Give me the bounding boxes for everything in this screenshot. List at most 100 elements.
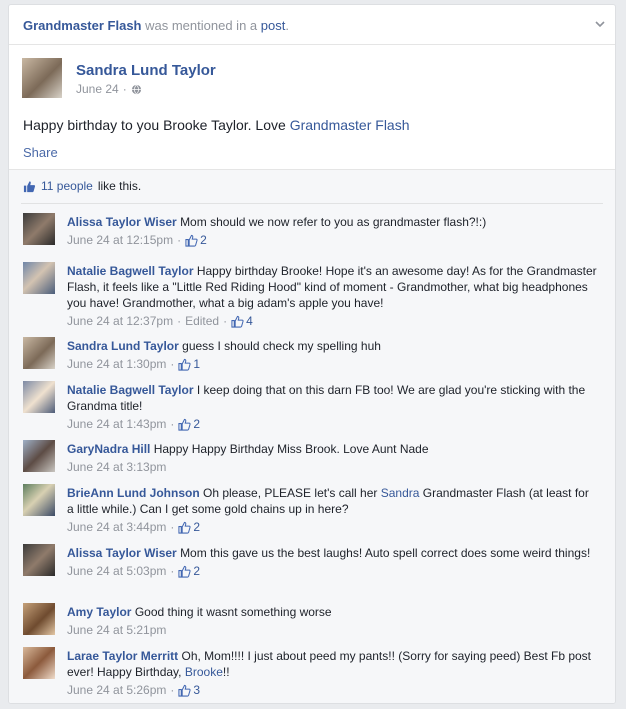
comment-text: Mom should we now refer to you as grandm… bbox=[180, 215, 487, 229]
mention-header: Grandmaster Flash was mentioned in a pos… bbox=[9, 5, 615, 45]
comment-text-end: !! bbox=[222, 665, 230, 679]
meta-separator: · bbox=[177, 314, 182, 328]
post-mention-link[interactable]: Grandmaster Flash bbox=[290, 117, 410, 133]
comment: Alissa Taylor Wiser Mom this gave us the… bbox=[23, 540, 598, 579]
edited-label[interactable]: Edited bbox=[185, 313, 219, 329]
comment-timestamp[interactable]: June 24 at 5:21pm bbox=[67, 622, 166, 638]
post-header: Sandra Lund Taylor June 24 · bbox=[9, 45, 615, 99]
comment-meta: June 24 at 3:13pm bbox=[67, 459, 598, 475]
thumbs-up-icon[interactable] bbox=[178, 418, 191, 431]
avatar[interactable] bbox=[23, 647, 55, 679]
comment-timestamp[interactable]: June 24 at 3:13pm bbox=[67, 459, 166, 475]
comment-text-start: Oh please, PLEASE let's call her bbox=[203, 486, 378, 500]
avatar[interactable] bbox=[23, 440, 55, 472]
thumbs-up-icon bbox=[23, 180, 36, 192]
avatar[interactable] bbox=[23, 544, 55, 576]
share-button[interactable]: Share bbox=[23, 145, 58, 160]
comment: GaryNadra Hill Happy Happy Birthday Miss… bbox=[23, 436, 598, 475]
comment-text: guess I should check my spelling huh bbox=[182, 339, 381, 353]
comment: BrieAnn Lund Johnson Oh please, PLEASE l… bbox=[23, 480, 598, 535]
thumbs-up-icon[interactable] bbox=[178, 684, 191, 697]
comment: Amy Taylor Good thing it wasnt something… bbox=[23, 599, 598, 638]
comment-like-count[interactable]: 4 bbox=[246, 313, 253, 329]
thumbs-up-icon[interactable] bbox=[185, 234, 198, 247]
post-text: Happy birthday to you Brooke Taylor. Lov… bbox=[23, 117, 286, 133]
story-card: Grandmaster Flash was mentioned in a pos… bbox=[8, 4, 616, 704]
meta-separator: · bbox=[170, 357, 175, 371]
thumbs-up-icon[interactable] bbox=[231, 315, 244, 328]
comment-meta: June 24 at 5:21pm bbox=[67, 622, 598, 638]
meta-separator: · bbox=[170, 417, 175, 431]
mention-text: was mentioned in a bbox=[145, 18, 258, 33]
comment: Natalie Bagwell Taylor I keep doing that… bbox=[23, 377, 598, 432]
mentioned-page-link[interactable]: Grandmaster Flash bbox=[23, 18, 142, 33]
comment-author-link[interactable]: GaryNadra Hill bbox=[67, 442, 150, 456]
post-timestamp[interactable]: June 24 bbox=[76, 82, 119, 96]
comment-timestamp[interactable]: June 24 at 12:37pm bbox=[67, 313, 173, 329]
comment-author-link[interactable]: BrieAnn Lund Johnson bbox=[67, 486, 200, 500]
comment-like-count[interactable]: 2 bbox=[200, 232, 207, 248]
comment-meta: June 24 at 1:43pm · 2 bbox=[67, 416, 598, 432]
thumbs-up-icon[interactable] bbox=[178, 565, 191, 578]
post-meta: June 24 · bbox=[76, 82, 142, 96]
chevron-down-icon[interactable] bbox=[593, 17, 607, 31]
thumbs-up-icon[interactable] bbox=[178, 358, 191, 371]
comment-meta: June 24 at 12:15pm · 2 bbox=[67, 232, 598, 248]
meta-separator: · bbox=[170, 564, 175, 578]
comment-meta: June 24 at 5:03pm · 2 bbox=[67, 563, 598, 579]
comment-timestamp[interactable]: June 24 at 12:15pm bbox=[67, 232, 173, 248]
comment-like-count[interactable]: 2 bbox=[193, 563, 200, 579]
post-author-link[interactable]: Sandra Lund Taylor bbox=[76, 62, 216, 79]
avatar[interactable] bbox=[23, 381, 55, 413]
comment-meta: June 24 at 1:30pm · 1 bbox=[67, 356, 598, 372]
meta-separator: · bbox=[223, 314, 228, 328]
mention-period: . bbox=[285, 18, 289, 33]
comment-mention-link[interactable]: Brooke bbox=[185, 665, 223, 679]
comment-author-link[interactable]: Natalie Bagwell Taylor bbox=[67, 264, 194, 278]
comment-author-link[interactable]: Sandra Lund Taylor bbox=[67, 339, 179, 353]
comment-like-count[interactable]: 1 bbox=[193, 356, 200, 372]
meta-separator: · bbox=[177, 233, 182, 247]
comment: Larae Taylor Merritt Oh, Mom!!!! I just … bbox=[23, 643, 598, 698]
avatar[interactable] bbox=[23, 337, 55, 369]
post-link[interactable]: post bbox=[261, 18, 286, 33]
comment-timestamp[interactable]: June 24 at 5:03pm bbox=[67, 563, 166, 579]
comment-meta: June 24 at 3:44pm · 2 bbox=[67, 519, 598, 535]
avatar[interactable] bbox=[23, 262, 55, 294]
comment-author-link[interactable]: Alissa Taylor Wiser bbox=[67, 546, 177, 560]
comment-text: Good thing it wasnt something worse bbox=[134, 605, 332, 619]
post-body: Happy birthday to you Brooke Taylor. Lov… bbox=[23, 117, 410, 133]
comment-like-count[interactable]: 2 bbox=[193, 416, 200, 432]
comment-author-link[interactable]: Natalie Bagwell Taylor bbox=[67, 383, 194, 397]
comment-timestamp[interactable]: June 24 at 1:30pm bbox=[67, 356, 166, 372]
comment: Natalie Bagwell Taylor Happy birthday Br… bbox=[23, 258, 598, 329]
comment-author-link[interactable]: Alissa Taylor Wiser bbox=[67, 215, 177, 229]
comment-like-count[interactable]: 3 bbox=[193, 682, 200, 698]
comment-mention-link[interactable]: Sandra bbox=[381, 486, 420, 500]
avatar[interactable] bbox=[22, 58, 62, 98]
likers-link[interactable]: 11 people bbox=[41, 179, 93, 193]
likes-summary: 11 people like this. bbox=[23, 179, 141, 193]
comment-meta: June 24 at 12:37pm · Edited · 4 bbox=[67, 313, 598, 329]
comment-timestamp[interactable]: June 24 at 1:43pm bbox=[67, 416, 166, 432]
globe-icon[interactable] bbox=[131, 84, 142, 95]
avatar[interactable] bbox=[23, 484, 55, 516]
meta-separator: · bbox=[122, 82, 127, 96]
comment-like-count[interactable]: 2 bbox=[193, 519, 200, 535]
avatar[interactable] bbox=[23, 603, 55, 635]
avatar[interactable] bbox=[23, 213, 55, 245]
comment-text: Happy Happy Birthday Miss Brook. Love Au… bbox=[153, 442, 429, 456]
comment-timestamp[interactable]: June 24 at 3:44pm bbox=[67, 519, 166, 535]
comment-meta: June 24 at 5:26pm · 3 bbox=[67, 682, 598, 698]
divider bbox=[21, 203, 603, 204]
comment-timestamp[interactable]: June 24 at 5:26pm bbox=[67, 682, 166, 698]
comment-author-link[interactable]: Larae Taylor Merritt bbox=[67, 649, 178, 663]
thumbs-up-icon[interactable] bbox=[178, 521, 191, 534]
comment-author-link[interactable]: Amy Taylor bbox=[67, 605, 131, 619]
comment: Sandra Lund Taylor guess I should check … bbox=[23, 333, 598, 372]
meta-separator: · bbox=[170, 520, 175, 534]
meta-separator: · bbox=[170, 683, 175, 697]
comment-text: Mom this gave us the best laughs! Auto s… bbox=[180, 546, 591, 560]
likes-suffix: like this. bbox=[97, 179, 142, 193]
comment: Alissa Taylor Wiser Mom should we now re… bbox=[23, 209, 598, 248]
